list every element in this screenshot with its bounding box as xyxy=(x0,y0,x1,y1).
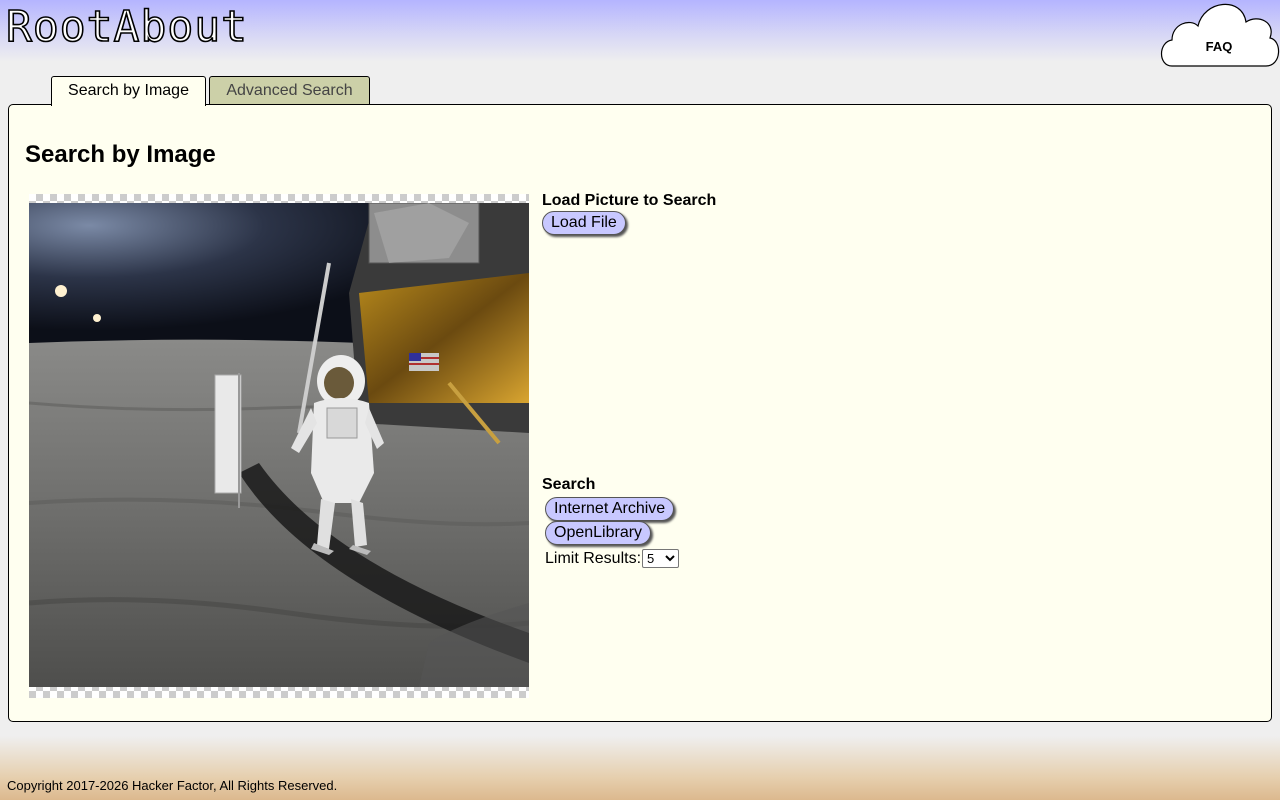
tab-advanced-search[interactable]: Advanced Search xyxy=(209,76,370,105)
tab-search-by-image[interactable]: Search by Image xyxy=(51,76,206,106)
astronaut-moon-photo xyxy=(29,203,529,687)
limit-results-select[interactable]: 5 xyxy=(642,549,680,568)
load-section-heading: Load Picture to Search xyxy=(542,192,717,209)
faq-label: FAQ xyxy=(1205,39,1233,54)
copyright-text: Copyright 2017-2026 Hacker Factor, All R… xyxy=(7,778,338,793)
cloud-icon xyxy=(1160,3,1280,67)
load-file-button[interactable]: Load File xyxy=(542,211,626,235)
page-header: RootAbout FAQ xyxy=(0,0,1280,67)
openlibrary-button[interactable]: OpenLibrary xyxy=(545,521,652,545)
search-panel: Search by Image Load Picture to Search L… xyxy=(8,104,1272,722)
page-title: Search by Image xyxy=(25,141,216,168)
image-preview-frame xyxy=(29,194,529,698)
internet-archive-button[interactable]: Internet Archive xyxy=(545,497,675,521)
limit-results-label: Limit Results: xyxy=(545,549,642,567)
limit-results-row: Limit Results: 5 xyxy=(545,549,680,568)
search-section-heading: Search xyxy=(542,476,596,493)
faq-cloud-button[interactable]: FAQ xyxy=(1158,0,1280,68)
site-logo[interactable]: RootAbout xyxy=(5,1,248,53)
